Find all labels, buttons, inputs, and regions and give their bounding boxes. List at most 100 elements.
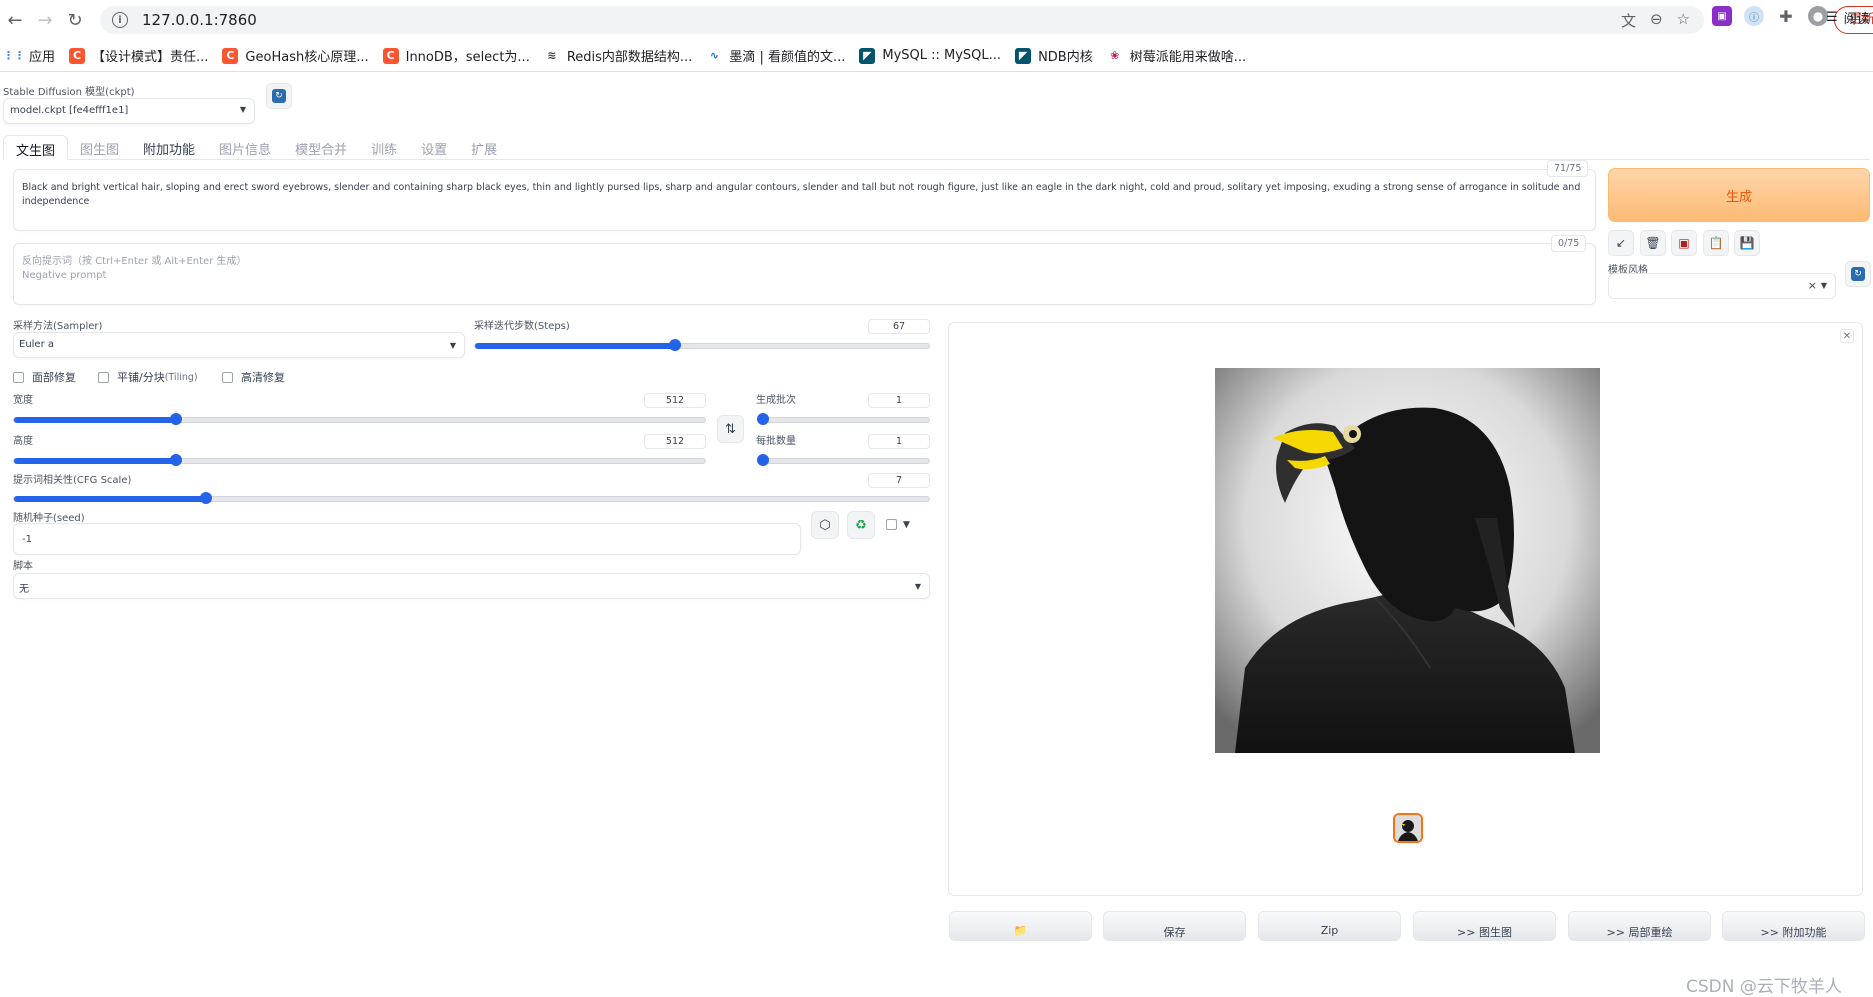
watermark: CSDN @云下牧羊人 — [1686, 977, 1842, 997]
bookmark-favicon-icon: ⋮⋮ — [3, 49, 25, 62]
slider-thumb[interactable] — [757, 413, 769, 425]
reload-icon[interactable]: ↻ — [60, 5, 90, 35]
bookmark-favicon-icon: ≋ — [547, 49, 557, 62]
tab-1[interactable]: 图生图 — [68, 135, 131, 159]
prompt-input[interactable]: Black and bright vertical hair, sloping … — [13, 169, 1596, 231]
close-icon[interactable]: ✕ — [1840, 329, 1854, 343]
action-button-4[interactable]: >> 局部重绘 — [1568, 911, 1711, 941]
cfg-number-input[interactable]: 7 — [868, 473, 930, 488]
action-button-3[interactable]: >> 图生图 — [1413, 911, 1556, 941]
height-slider[interactable] — [13, 454, 706, 466]
steps-number-input[interactable]: 67 — [868, 319, 930, 334]
checkbox-option[interactable]: 高清修复 — [222, 369, 285, 385]
bookmark-item[interactable]: ◤ NDB内核 — [1015, 46, 1093, 65]
slider-thumb[interactable] — [170, 454, 183, 466]
refresh-model-button[interactable]: ↻ — [266, 83, 292, 109]
checkbox-option[interactable]: 平铺/分块 (Tiling) — [98, 369, 198, 385]
action-button-5[interactable]: >> 附加功能 — [1722, 911, 1865, 941]
apply-style-button[interactable]: 📋 — [1703, 230, 1729, 256]
profile-icon[interactable]: ● — [1808, 6, 1828, 26]
extra-seed-toggle[interactable]: ▼ — [886, 519, 910, 530]
tab-5[interactable]: 训练 — [359, 135, 409, 159]
batch-size-slider[interactable] — [757, 454, 930, 466]
bookmark-favicon-icon: C — [382, 47, 399, 64]
tab-2[interactable]: 附加功能 — [131, 135, 207, 159]
back-icon[interactable]: ← — [0, 5, 30, 35]
trash-icon: 🗑 — [1645, 236, 1661, 250]
steps-label: 采样迭代步数(Steps) — [474, 321, 570, 332]
address-bar[interactable]: i 127.0.0.1:7860 文 ⊖ ☆ — [100, 6, 1704, 34]
cfg-slider[interactable] — [13, 492, 930, 504]
read-params-button[interactable]: ↙ — [1608, 230, 1634, 256]
tab-6[interactable]: 设置 — [409, 135, 459, 159]
bookmark-item[interactable]: ≋ Redis内部数据结构... — [544, 46, 692, 65]
width-number-input[interactable]: 512 — [644, 393, 706, 408]
bookmark-item[interactable]: C 【设计模式】责任... — [69, 46, 208, 65]
puzzle-icon[interactable]: ✚ — [1776, 6, 1796, 26]
tab-4[interactable]: 模型合并 — [283, 135, 359, 159]
script-select[interactable]: 无 ▼ — [13, 573, 930, 599]
url-text: 127.0.0.1:7860 — [142, 11, 257, 29]
negative-token-count: 0/75 — [1551, 235, 1587, 252]
extension-icon[interactable]: ▣ — [1712, 6, 1732, 26]
checkbox[interactable] — [13, 371, 24, 383]
bookmark-item[interactable]: C InnoDB，select为... — [382, 46, 530, 65]
extra-seed-checkbox[interactable] — [886, 519, 897, 530]
zoom-icon[interactable]: ⊖ — [1650, 10, 1663, 31]
slider-thumb[interactable] — [668, 339, 681, 351]
bookmark-item[interactable]: C GeoHash核心原理... — [222, 46, 369, 65]
info-icon[interactable]: i — [112, 12, 128, 28]
prompt-token-count: 71/75 — [1547, 160, 1589, 177]
output-gallery: ✕ — [948, 322, 1863, 896]
script-label: 脚本 — [13, 561, 33, 572]
reuse-seed-button[interactable]: ♻ — [847, 511, 875, 539]
slider-thumb[interactable] — [757, 454, 769, 466]
save-style-button[interactable]: 💾 — [1734, 230, 1760, 256]
action-button-0[interactable]: 📁 — [949, 911, 1092, 941]
forward-icon[interactable]: → — [30, 5, 60, 35]
bookmark-item[interactable]: ⋮⋮ 应用 — [3, 46, 55, 65]
clear-icon[interactable]: × — [1808, 279, 1817, 292]
generate-button[interactable]: 生成 — [1608, 168, 1870, 222]
refresh-styles-button[interactable]: ↻ — [1845, 261, 1871, 287]
reading-list[interactable]: ☰ 阅读 — [1826, 8, 1870, 27]
sampler-select[interactable]: Euler a ▼ — [13, 332, 465, 358]
bookmark-item[interactable]: ◤ MySQL :: MySQL... — [859, 47, 1001, 64]
gallery-thumbnail[interactable] — [1393, 813, 1423, 843]
checkbox-option[interactable]: 面部修复 — [13, 369, 76, 385]
batch-count-input[interactable]: 1 — [868, 393, 930, 408]
extra-networks-button[interactable]: ▣ — [1671, 230, 1697, 256]
tab-3[interactable]: 图片信息 — [207, 135, 283, 159]
action-button-1[interactable]: 保存 — [1103, 911, 1246, 941]
tab-7[interactable]: 扩展 — [459, 135, 509, 159]
webui-app: Stable Diffusion 模型(ckpt) model.ckpt [fe… — [0, 73, 1873, 997]
bookmark-star-icon[interactable]: ☆ — [1677, 10, 1690, 31]
style-select[interactable]: × ▼ — [1608, 273, 1836, 299]
bookmark-favicon-icon: ◤ — [1015, 47, 1032, 64]
model-select[interactable]: model.ckpt [fe4efff1e1] ▼ — [3, 98, 255, 124]
action-button-2[interactable]: Zip — [1258, 911, 1401, 941]
batch-size-input[interactable]: 1 — [868, 434, 930, 449]
negative-prompt-input[interactable]: 反向提示词（按 Ctrl+Enter 或 Alt+Enter 生成） Negat… — [13, 243, 1596, 305]
tab-0[interactable]: 文生图 — [3, 135, 69, 160]
bookmark-favicon-icon: ❀ — [1110, 49, 1120, 62]
slider-thumb[interactable] — [170, 413, 183, 425]
caret-down-icon: ▼ — [903, 519, 910, 530]
swap-dimensions-button[interactable]: ⇅ — [717, 415, 744, 443]
bookmark-item[interactable]: ∿ 墨滴 | 看颜值的文... — [706, 46, 846, 65]
batch-count-slider[interactable] — [757, 413, 930, 425]
extension-icon[interactable]: ⓘ — [1744, 6, 1764, 26]
slider-thumb[interactable] — [200, 492, 213, 504]
generated-image[interactable] — [1215, 368, 1600, 753]
checkbox[interactable] — [222, 371, 233, 383]
seed-input[interactable]: -1 — [13, 523, 801, 555]
random-seed-button[interactable]: ⬡ — [811, 511, 839, 539]
checkbox[interactable] — [98, 371, 109, 383]
clear-prompt-button[interactable]: 🗑 — [1640, 230, 1666, 256]
width-slider[interactable] — [13, 413, 706, 425]
height-number-input[interactable]: 512 — [644, 434, 706, 449]
reading-list-icon: ☰ — [1826, 10, 1838, 25]
bookmark-item[interactable]: ❀ 树莓派能用来做啥... — [1107, 46, 1246, 65]
translate-icon[interactable]: 文 — [1621, 10, 1636, 31]
steps-slider[interactable] — [474, 339, 930, 351]
